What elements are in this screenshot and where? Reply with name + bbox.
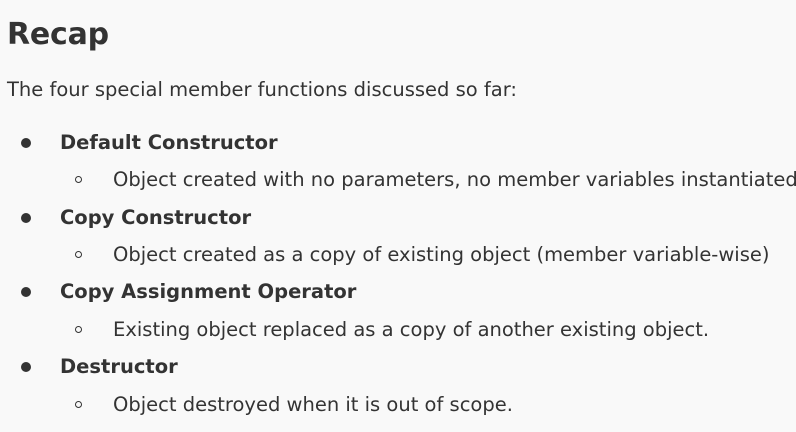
intro-text: The four special member functions discus… bbox=[7, 78, 517, 101]
sub-item-text: Object created with no parameters, no me… bbox=[113, 168, 796, 191]
page-title: Recap bbox=[7, 17, 109, 52]
sub-item-copy-constructor: Object created as a copy of existing obj… bbox=[0, 243, 796, 271]
list-item-copy-constructor: Copy Constructor bbox=[0, 206, 796, 234]
bullet-icon bbox=[21, 138, 31, 148]
sub-item-text: Object created as a copy of existing obj… bbox=[113, 243, 770, 266]
list-item-destructor: Destructor bbox=[0, 355, 796, 383]
list-item-copy-assignment-operator: Copy Assignment Operator bbox=[0, 280, 796, 308]
slide: Recap The four special member functions … bbox=[0, 0, 796, 432]
list-item-label: Destructor bbox=[60, 355, 178, 378]
sub-item-copy-assignment-operator: Existing object replaced as a copy of an… bbox=[0, 318, 796, 346]
list-item-default-constructor: Default Constructor bbox=[0, 131, 796, 159]
hollow-bullet-icon bbox=[75, 326, 82, 333]
sub-item-text: Existing object replaced as a copy of an… bbox=[113, 318, 710, 341]
list-item-label: Default Constructor bbox=[60, 131, 278, 154]
hollow-bullet-icon bbox=[75, 251, 82, 258]
list-item-label: Copy Assignment Operator bbox=[60, 280, 357, 303]
hollow-bullet-icon bbox=[75, 176, 82, 183]
bullet-icon bbox=[21, 287, 31, 297]
sub-item-text: Object destroyed when it is out of scope… bbox=[113, 393, 513, 416]
sub-item-default-constructor: Object created with no parameters, no me… bbox=[0, 168, 796, 196]
sub-item-destructor: Object destroyed when it is out of scope… bbox=[0, 393, 796, 421]
hollow-bullet-icon bbox=[75, 401, 82, 408]
bullet-icon bbox=[21, 362, 31, 372]
list-item-label: Copy Constructor bbox=[60, 206, 252, 229]
bullet-icon bbox=[21, 213, 31, 223]
